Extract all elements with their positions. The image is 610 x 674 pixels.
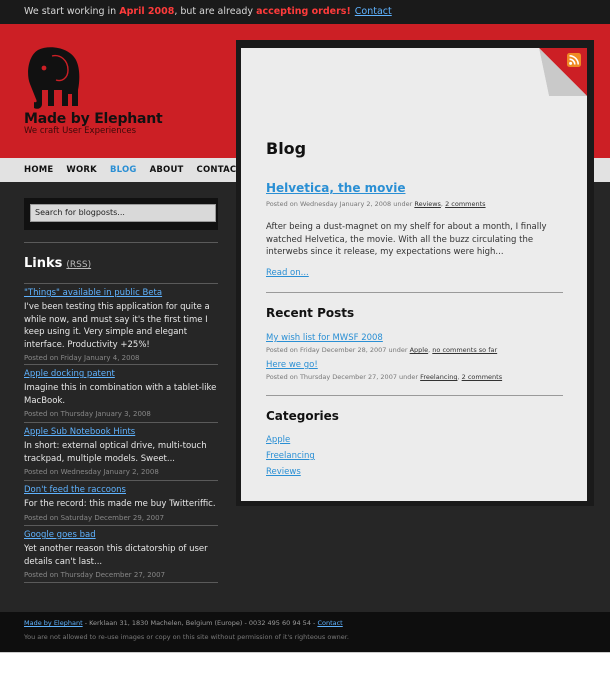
footer-address-text: - Kerklaan 31, 1830 Machelen, Belgium (E… <box>82 619 318 627</box>
link-item-date: Posted on Friday January 4, 2008 <box>24 354 140 362</box>
link-item-desc: Yet another reason this dictatorship of … <box>24 544 208 567</box>
recent-post-link[interactable]: My wish list for MWSF 2008 <box>266 333 383 343</box>
link-item: Don't feed the raccoons For the record: … <box>24 480 218 522</box>
recent-post-meta: Posted on Friday December 28, 2007 under… <box>266 346 497 354</box>
post-comments-link[interactable]: 2 comments <box>445 200 485 208</box>
links-rss-link[interactable]: (RSS) <box>66 260 91 270</box>
link-item: Apple docking patent Imagine this in com… <box>24 364 218 418</box>
link-item-desc: In short: external optical drive, multi-… <box>24 441 207 464</box>
footer-address: Made by Elephant - Kerklaan 31, 1830 Mac… <box>24 619 343 627</box>
link-item-title[interactable]: Apple docking patent <box>24 369 218 379</box>
nav-about[interactable]: ABOUT <box>150 165 184 175</box>
recent-post-separator: , <box>457 373 460 381</box>
footer <box>0 612 610 652</box>
sidebar-divider <box>24 582 218 583</box>
links-heading: Links (RSS) <box>24 256 91 271</box>
content-divider <box>266 292 563 293</box>
announcement-text-1: We start working in <box>24 6 120 17</box>
post-meta: Posted on Wednesday January 2, 2008 unde… <box>266 200 486 208</box>
recent-post-date: Posted on Friday December 28, 2007 under <box>266 346 410 354</box>
link-item: Apple Sub Notebook Hints In short: exter… <box>24 422 218 476</box>
search-box: Search for blogposts... <box>24 198 218 230</box>
sidebar-divider <box>24 242 218 243</box>
category-link-apple[interactable]: Apple <box>266 435 290 445</box>
link-item-desc: Imagine this in combination with a table… <box>24 383 217 406</box>
link-item-date: Posted on Wednesday January 2, 2008 <box>24 468 159 476</box>
link-item-title[interactable]: "Things" available in public Beta <box>24 288 218 298</box>
page-bottom <box>0 652 610 674</box>
post-excerpt: After being a dust-magnet on my shelf fo… <box>266 222 547 257</box>
recent-posts-heading: Recent Posts <box>266 306 355 320</box>
recent-post-category-link[interactable]: Apple <box>410 346 429 354</box>
page-title: Blog <box>266 139 307 158</box>
post-meta-separator: , <box>440 200 443 208</box>
link-item-title[interactable]: Google goes bad <box>24 530 218 540</box>
footer-copyright-notice: You are not allowed to re-use images or … <box>24 633 349 641</box>
recent-post-meta: Posted on Thursday December 27, 2007 und… <box>266 373 502 381</box>
categories-heading: Categories <box>266 409 339 423</box>
post-title-link[interactable]: Helvetica, the movie <box>266 181 405 195</box>
recent-post-separator: , <box>428 346 431 354</box>
content-divider <box>266 395 563 396</box>
announcement-bar: We start working in April 2008, but are … <box>0 0 610 24</box>
rss-feed-icon[interactable] <box>567 53 581 67</box>
elephant-logo-icon[interactable] <box>24 46 80 112</box>
recent-post-comments-link[interactable]: 2 comments <box>462 373 502 381</box>
category-link-freelancing[interactable]: Freelancing <box>266 451 315 461</box>
link-item-title[interactable]: Apple Sub Notebook Hints <box>24 427 218 437</box>
footer-company-link[interactable]: Made by Elephant <box>24 619 83 627</box>
link-item-desc: I've been testing this application for q… <box>24 302 210 350</box>
link-item-date: Posted on Thursday December 27, 2007 <box>24 571 166 579</box>
link-item-desc: For the record: this made me buy Twitter… <box>24 499 216 509</box>
recent-post-date: Posted on Thursday December 27, 2007 und… <box>266 373 421 381</box>
nav-work[interactable]: WORK <box>66 165 97 175</box>
nav-blog[interactable]: BLOG <box>110 165 137 175</box>
announcement-text-2: , but are already <box>174 6 257 17</box>
recent-post-comments-link[interactable]: no comments so far <box>432 346 497 354</box>
announcement-highlight-date: April 2008 <box>119 6 175 17</box>
search-input[interactable]: Search for blogposts... <box>30 204 216 222</box>
link-item: Google goes bad Yet another reason this … <box>24 525 218 579</box>
link-item-title[interactable]: Don't feed the raccoons <box>24 485 218 495</box>
brand-name[interactable]: Made by Elephant <box>24 111 163 127</box>
link-item: "Things" available in public Beta I've b… <box>24 283 218 362</box>
footer-contact-link[interactable]: Contact <box>317 619 342 627</box>
nav-home[interactable]: HOME <box>24 165 53 175</box>
recent-post-category-link[interactable]: Freelancing <box>420 373 457 381</box>
page: We start working in April 2008, but are … <box>0 0 610 674</box>
post-meta-date: Posted on Wednesday January 2, 2008 unde… <box>266 200 415 208</box>
read-on-link[interactable]: Read on... <box>266 268 309 278</box>
post-category-link[interactable]: Reviews <box>414 200 441 208</box>
announcement-highlight-orders: accepting orders! <box>256 6 351 17</box>
main-nav: HOME WORK BLOG ABOUT CONTACT <box>24 158 242 182</box>
links-title: Links <box>24 256 63 271</box>
announcement-contact-link[interactable]: Contact <box>355 6 392 17</box>
recent-post-link[interactable]: Here we go! <box>266 360 318 370</box>
link-item-date: Posted on Saturday December 29, 2007 <box>24 513 165 522</box>
category-link-reviews[interactable]: Reviews <box>266 467 301 477</box>
brand-tagline: We craft User Experiences <box>24 126 136 136</box>
link-item-date: Posted on Thursday January 3, 2008 <box>24 410 151 418</box>
